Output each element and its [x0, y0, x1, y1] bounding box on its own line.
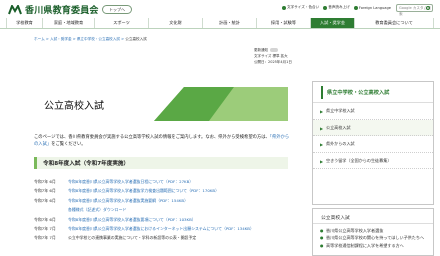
nav-item-home-community[interactable]: 家庭・地域教育: [42, 18, 94, 28]
updated-date: 公開日：2025年4月1日: [254, 60, 292, 64]
chevron-right-icon: ▶: [320, 142, 324, 148]
news-link[interactable]: 令和8年度香川県公立高等学校入学者選抜日程について（PDF：27KB）: [68, 177, 193, 186]
breadcrumb: ホーム > 入試・奨学金 > 県立中学校・公立高校入試 > 公立高校入試: [34, 37, 147, 41]
sidebar-item-label: 県立中学校入試: [326, 108, 355, 113]
header-tools: 文字サイズ・色合い 音声読み上げ Foreign Language: [282, 5, 395, 10]
sidebar-item-label: 県外からの入試: [326, 141, 355, 147]
bullet-icon: ●: [320, 235, 324, 241]
chevron-right-icon: ▶: [320, 125, 324, 131]
breadcrumb-current: 公立高校入試: [125, 37, 147, 41]
breadcrumb-exams[interactable]: 入試・奨学金: [50, 37, 72, 41]
sidebar2-item-label: 香川県公立高等学校入学者選抜: [326, 228, 384, 233]
language-tool[interactable]: Foreign Language: [353, 5, 391, 10]
news-date: 令和7年 7月: [34, 225, 56, 231]
bullet-icon: ●: [320, 228, 324, 233]
search-input[interactable]: Google カスタム検索: [396, 4, 433, 16]
sidebar-item-label: 公立高校入試: [326, 124, 351, 130]
nav-item-school-education[interactable]: 学校教育: [6, 18, 42, 28]
news-item: 令和7年 6月 令和8年度香川県公立高等学校入学者選抜実施要綱（PDF：154KB…: [34, 196, 290, 205]
bullet-icon: ●: [320, 242, 324, 248]
speaker-icon: [323, 5, 328, 10]
news-text: 公立中学校との連携事業の実施について・学科の新設等の公表・開設予定: [68, 235, 197, 241]
news-link[interactable]: 令和8年度香川県公立高等学校入学者選抜学力検査出題範囲について（PDF：170K…: [68, 186, 219, 195]
breadcrumb-prefectural-exams[interactable]: 県立中学校・公立高校入試: [77, 37, 120, 41]
update-notification[interactable]: 更新通知: [254, 48, 278, 53]
news-link[interactable]: 各種様式（記述式）ダウンロード: [68, 205, 126, 214]
logo-mark-icon: [8, 4, 22, 14]
news-date: 令和7年 7月: [34, 235, 56, 241]
news-date: 令和7年 6月: [34, 179, 56, 184]
news-item: 各種様式（記述式）ダウンロード: [34, 205, 290, 214]
sidebar-item-out-of-prefecture[interactable]: ▶ 県外からの入試: [313, 136, 433, 153]
news-link[interactable]: 令和8年度香川県公立高等学校入学者選抜におけるインターネット出願システムについて…: [68, 224, 254, 233]
language-label: Foreign Language: [358, 5, 391, 10]
nav-item-sports[interactable]: スポーツ: [94, 18, 148, 28]
news-list: 令和7年 6月 令和8年度香川県公立高等学校入学者選抜日程について（PDF：27K…: [34, 177, 290, 243]
update-label: 更新通知: [254, 48, 268, 52]
news-link[interactable]: 令和8年度香川県公立高等学校入学者選抜要項について（PDF：103KB）: [68, 215, 196, 224]
news-item: 令和7年 6月 令和8年度香川県公立高等学校入学者選抜学力検査出題範囲について（P…: [34, 186, 290, 195]
nav-item-cultural-assets[interactable]: 文化財: [148, 18, 202, 28]
sidebar-exams: 県立中学校・公立高校入試 ▶ 県立中学校入試 ▶ 公立高校入試 ▶ 県外からの入試 ▶…: [312, 81, 434, 205]
sidebar-item-study-abroad[interactable]: ▶ 空きう留学（全国からの生徒募集）: [313, 153, 433, 170]
site-header: 香川県教育委員会 トップへ 文字サイズ・色合い 音声読み上げ Foreign L…: [0, 0, 440, 17]
home-button[interactable]: トップへ: [102, 5, 132, 14]
site-logo[interactable]: 香川県教育委員会: [8, 3, 99, 16]
nav-item-plans-statistics[interactable]: 計画・統計: [202, 18, 256, 28]
sidebar2-title: 公立高校入試: [321, 216, 350, 221]
read-aloud-label: 音声読み上げ: [328, 5, 350, 9]
font-size-control[interactable]: 文字サイズ 標準 拡大: [254, 54, 288, 59]
sidebar2-item-label: 高等学校通信制課程に入学を希望する方へ: [326, 242, 404, 248]
chevron-right-icon: ▶: [320, 109, 324, 114]
search-icon[interactable]: [426, 6, 430, 10]
intro-text-after: をご覧ください。: [51, 141, 86, 147]
chevron-right-icon: ▶: [320, 158, 324, 164]
nav-item-about-board[interactable]: 教育委員会について: [354, 18, 434, 28]
section-title: 令和8年度入試（令和7年度実施）: [43, 161, 130, 167]
page-title: 公立高校入試: [44, 101, 104, 112]
news-link[interactable]: 令和8年度香川県公立高等学校入学者選抜実施要綱（PDF：154KB）: [68, 196, 188, 205]
news-item: 令和7年 7月 公立中学校との連携事業の実施について・学科の新設等の公表・開設予定: [34, 233, 290, 242]
text-size-tool[interactable]: 文字サイズ・色合い: [282, 5, 319, 10]
page-title-banner: 公立高校入試: [34, 87, 288, 121]
globe-icon: [353, 5, 358, 10]
sidebar2-heading: 公立高校入試: [313, 209, 433, 224]
sidebar-high-school: 公立高校入試 ● 香川県公立高等学校入学者選抜 ● 香川県公立高等学校の関心を持って…: [312, 208, 434, 256]
intro-text: このページでは、香川県教育委員会が実施する公立高等学校入試の情報をご案内します。…: [34, 135, 290, 148]
news-date: 令和7年 6月: [34, 188, 56, 194]
sidebar2-item-label: 香川県公立高等学校の関心を持ってほしい子供たちへ: [326, 235, 425, 241]
section-heading: 令和8年度入試（令和7年度実施）: [34, 157, 288, 169]
text-size-label: 文字サイズ・色合い: [287, 5, 320, 9]
sidebar-heading: 県立中学校・公立高校入試: [313, 82, 433, 103]
sidebar-item-prefectural-junior-high[interactable]: ▶ 県立中学校入試: [313, 103, 433, 120]
news-date: 令和7年 6月: [34, 216, 56, 222]
sidebar2-item[interactable]: ● 高等学校通信制課程に入学を希望する方へ: [313, 242, 433, 249]
update-toggle[interactable]: [270, 48, 278, 52]
nav-item-entrance-exams[interactable]: 入試・奨学金: [310, 18, 354, 28]
breadcrumb-home[interactable]: ホーム: [34, 37, 45, 41]
read-aloud-tool[interactable]: 音声読み上げ: [323, 5, 350, 10]
global-nav: 学校教育 家庭・地域教育 スポーツ 文化財 計画・統計 採用・試験等 入試・奨学…: [0, 18, 440, 29]
news-date: 令和7年 6月: [34, 197, 56, 203]
sidebar-item-public-high-school[interactable]: ▶ 公立高校入試: [313, 119, 433, 137]
sidebar2-item[interactable]: ● 香川県公立高等学校の関心を持ってほしい子供たちへ: [313, 234, 433, 241]
news-date: [34, 205, 68, 214]
text-size-icon: [282, 5, 286, 10]
logo-text: 香川県教育委員会: [25, 6, 99, 16]
news-item: 令和7年 6月 令和8年度香川県公立高等学校入学者選抜要項について（PDF：103…: [34, 215, 290, 224]
news-item: 令和7年 7月 令和8年度香川県公立高等学校入学者選抜におけるインターネット出願シ…: [34, 224, 290, 233]
nav-item-recruitment[interactable]: 採用・試験等: [256, 18, 310, 28]
sidebar-item-label: 空きう留学（全国からの生徒募集）: [326, 157, 392, 163]
sidebar-heading-bar: [321, 86, 323, 99]
sidebar2-list: ● 香川県公立高等学校入学者選抜 ● 香川県公立高等学校の関心を持ってほしい子供たち…: [313, 224, 433, 249]
sidebar-title[interactable]: 県立中学校・公立高校入試: [327, 89, 389, 96]
sidebar2-item[interactable]: ● 香川県公立高等学校入学者選抜: [313, 227, 433, 234]
news-item: 令和7年 6月 令和8年度香川県公立高等学校入学者選抜日程について（PDF：27K…: [34, 177, 290, 186]
intro-text-before: このページでは、香川県教育委員会が実施する公立高等学校入試の情報をご案内します。…: [34, 135, 270, 140]
